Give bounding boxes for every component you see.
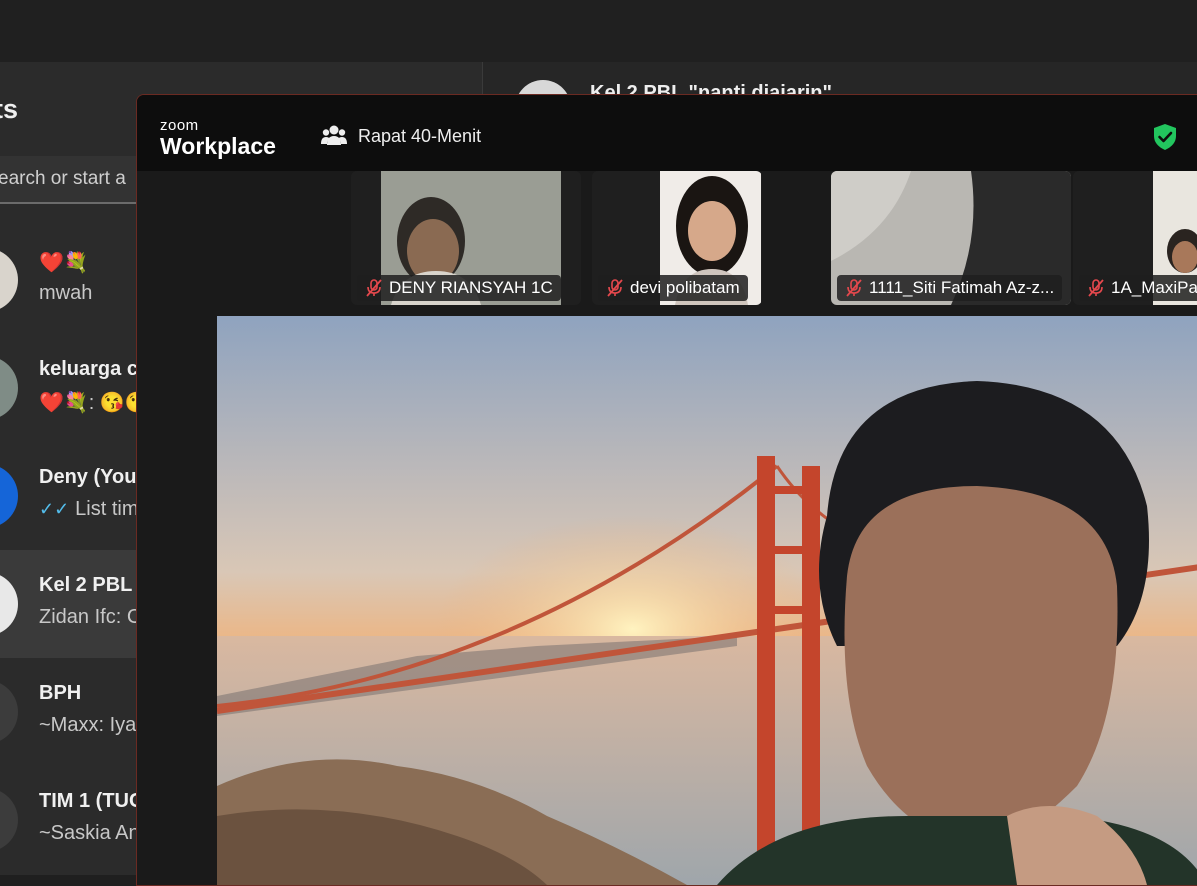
chat-name: ❤️💐	[39, 252, 89, 274]
participants-icon	[321, 125, 347, 145]
background-app-titlebar	[0, 0, 1197, 62]
participant-name-label: DENY RIANSYAH 1C	[357, 275, 561, 301]
meeting-video-area: DENY RIANSYAH 1C devi polibatam 1111_Sit…	[137, 171, 1197, 885]
muted-mic-icon	[607, 279, 623, 297]
chat-preview: mwah	[39, 282, 93, 304]
chat-preview: ✓✓ List tim	[39, 498, 139, 521]
chat-name: keluarga c	[39, 358, 138, 380]
participant-name: 1111_Siti Fatimah Az-z...	[869, 278, 1055, 297]
participant-tile[interactable]: 1111_Siti Fatimah Az-z...	[831, 171, 1071, 305]
avatar	[0, 680, 18, 744]
participant-tile[interactable]: 1A_MaxiPa	[1073, 171, 1197, 305]
avatar	[0, 248, 18, 312]
security-shield-icon[interactable]	[1152, 123, 1178, 151]
participant-name-label: 1A_MaxiPa	[1079, 275, 1197, 301]
chat-preview: ~Maxx: Iya	[39, 714, 137, 736]
meeting-title[interactable]: Rapat 40-Menit	[358, 126, 481, 147]
participant-name: devi polibatam	[630, 278, 740, 297]
search-placeholder: earch or start a	[0, 168, 126, 189]
participant-tile[interactable]: devi polibatam	[592, 171, 762, 305]
chat-preview: Zidan Ifc: C	[39, 606, 142, 628]
chat-preview: ❤️💐: 😘😘	[39, 392, 150, 414]
muted-mic-icon	[366, 279, 382, 297]
chat-name: TIM 1 (TUG	[39, 790, 145, 812]
chat-name: Kel 2 PBL	[39, 574, 133, 596]
avatar	[0, 572, 18, 636]
chat-preview-text: List tim	[75, 498, 139, 520]
chats-heading: ts	[0, 94, 19, 124]
read-receipt-icon: ✓✓	[39, 499, 70, 519]
participant-name-label: devi polibatam	[598, 275, 748, 301]
zoom-title-bar: zoom Workplace Rapat 40-Menit	[137, 95, 1197, 171]
avatar	[0, 356, 18, 420]
participant-name: 1A_MaxiPa	[1111, 278, 1197, 297]
participant-tile[interactable]: DENY RIANSYAH 1C	[351, 171, 581, 305]
active-speaker-video[interactable]	[217, 316, 1197, 885]
muted-mic-icon	[846, 279, 862, 297]
zoom-meeting-window: zoom Workplace Rapat 40-Menit DENY RIANS…	[136, 94, 1197, 886]
zoom-logo-top: zoom	[160, 117, 199, 134]
avatar	[0, 788, 18, 852]
chat-preview: ~Saskia An	[39, 822, 140, 844]
search-input[interactable]: earch or start a	[0, 156, 154, 204]
chat-name: Deny (You	[39, 466, 137, 488]
avatar	[0, 464, 18, 528]
participant-name: DENY RIANSYAH 1C	[389, 278, 553, 297]
zoom-logo-bottom: Workplace	[160, 133, 276, 159]
muted-mic-icon	[1088, 279, 1104, 297]
chat-name: BPH	[39, 682, 82, 704]
participant-name-label: 1111_Siti Fatimah Az-z...	[837, 275, 1063, 301]
